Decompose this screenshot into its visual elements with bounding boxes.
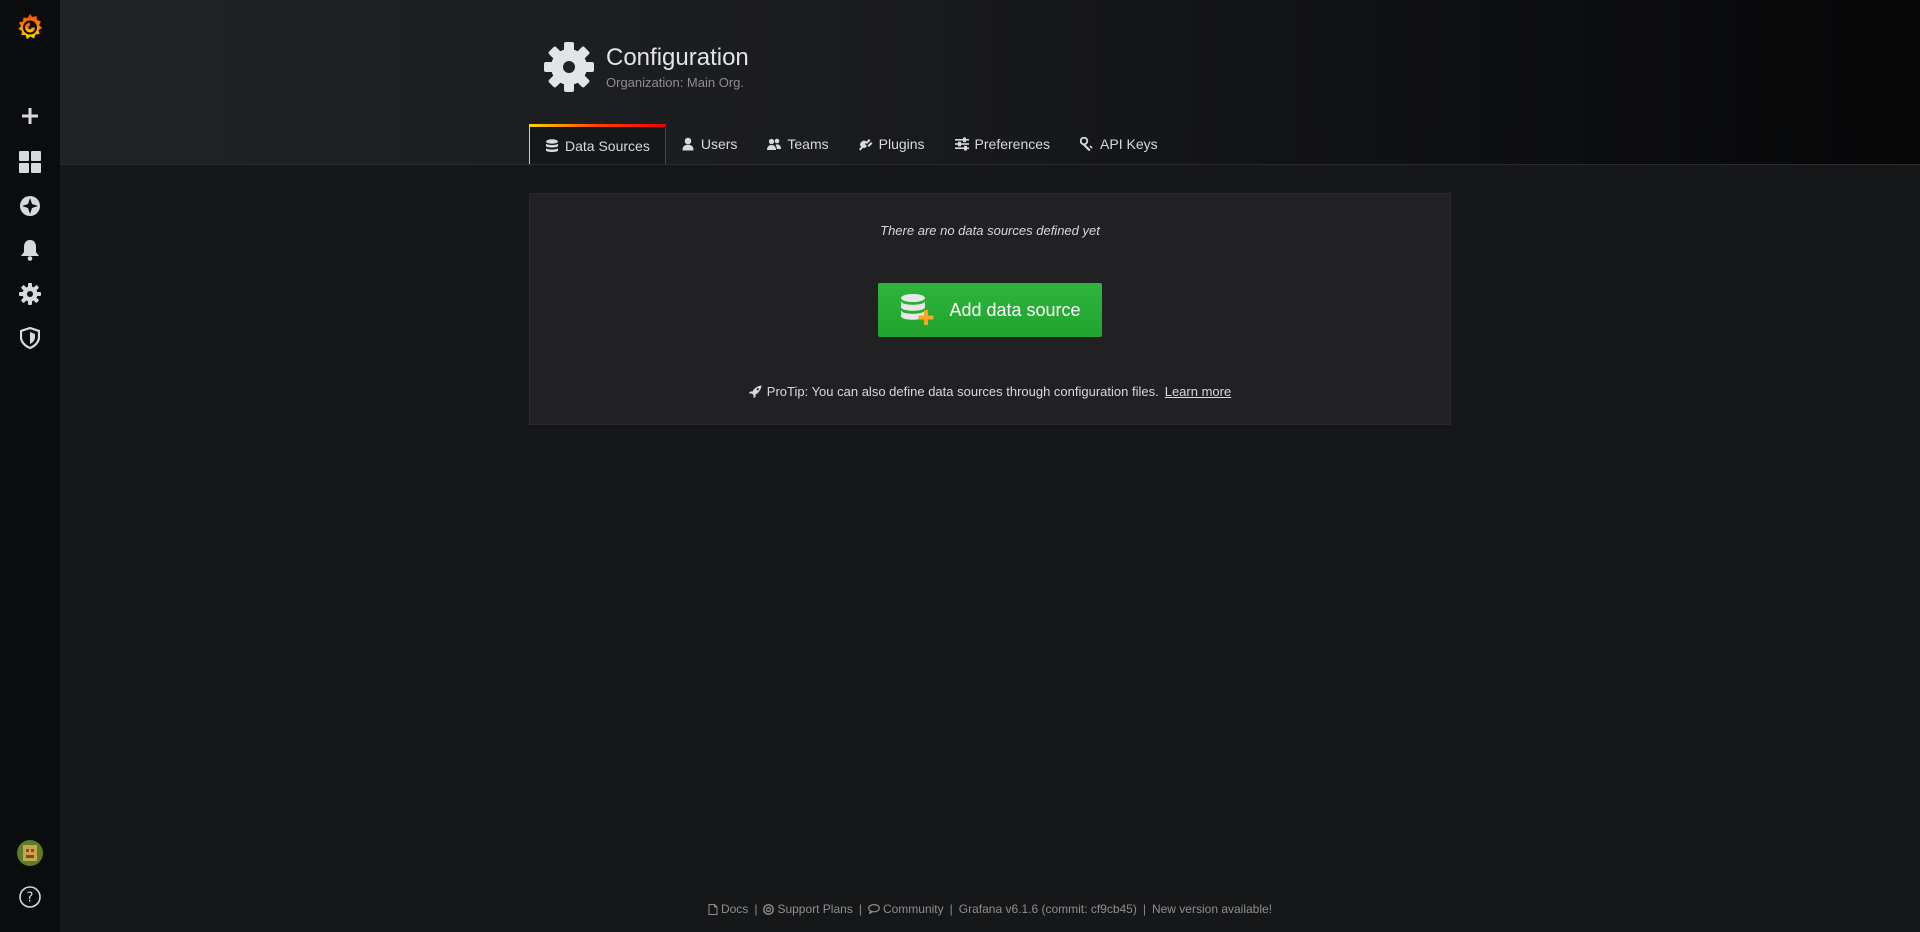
tab-label: API Keys <box>1100 136 1158 152</box>
tab-data-sources[interactable]: Data Sources <box>529 124 666 164</box>
footer-support-label: Support Plans <box>777 902 853 916</box>
rocket-icon <box>748 385 762 398</box>
comments-icon <box>868 904 880 914</box>
database-add-icon <box>901 294 934 325</box>
tab-teams[interactable]: Teams <box>752 124 843 164</box>
configuration-icon[interactable] <box>0 274 60 314</box>
tab-preferences[interactable]: Preferences <box>940 124 1065 164</box>
side-menu: ? <box>0 0 60 932</box>
tab-api-keys[interactable]: API Keys <box>1065 124 1173 164</box>
server-admin-icon[interactable] <box>0 318 60 358</box>
alerting-icon[interactable] <box>0 230 60 270</box>
user-avatar[interactable] <box>0 833 60 873</box>
learn-more-link[interactable]: Learn more <box>1165 384 1231 399</box>
users-icon <box>767 138 782 150</box>
footer-separator: | <box>949 902 953 916</box>
tab-label: Plugins <box>878 136 925 152</box>
database-icon <box>546 138 558 152</box>
tab-users[interactable]: Users <box>666 124 753 164</box>
empty-list-message: There are no data sources defined yet <box>880 223 1100 238</box>
footer-community-link[interactable]: Community <box>868 902 944 916</box>
footer-community-label: Community <box>882 902 944 916</box>
protip-text: ProTip: You can also define data sources… <box>766 384 1159 399</box>
dashboards-icon[interactable] <box>0 142 60 182</box>
support-icon <box>763 903 775 915</box>
tab-label: Preferences <box>974 136 1051 152</box>
footer-separator: | <box>754 902 758 916</box>
footer-docs-label: Docs <box>720 902 749 916</box>
page-title: Configuration <box>606 44 749 71</box>
add-data-source-button[interactable]: Add data source <box>878 283 1102 337</box>
sliders-icon <box>954 137 969 151</box>
footer-separator: | <box>1142 902 1146 916</box>
empty-list-panel: There are no data sources defined yet Ad… <box>529 193 1451 425</box>
footer-version: Grafana v6.1.6 (commit: cf9cb45) <box>958 902 1137 916</box>
key-icon <box>1080 137 1093 151</box>
tab-label: Users <box>700 136 738 152</box>
grafana-logo-icon[interactable] <box>0 7 60 47</box>
footer-separator: | <box>858 902 862 916</box>
plug-icon <box>858 139 873 151</box>
create-icon[interactable] <box>0 96 60 136</box>
page-subtitle: Organization: Main Org. <box>606 75 745 90</box>
user-icon <box>682 137 694 151</box>
protip: ProTip: You can also define data sources… <box>530 384 1450 399</box>
tab-label: Data Sources <box>565 137 650 154</box>
config-tabs: Data Sources Users Teams Plugins Prefere… <box>529 124 1173 164</box>
gear-icon <box>542 40 596 94</box>
help-icon[interactable]: ? <box>0 877 60 917</box>
footer: Docs | Support Plans | Community | Grafa… <box>60 902 1920 916</box>
footer-docs-link[interactable]: Docs <box>708 902 748 916</box>
add-data-source-label: Add data source <box>949 299 1081 320</box>
file-icon <box>708 903 718 915</box>
explore-icon[interactable] <box>0 186 60 226</box>
footer-support-link[interactable]: Support Plans <box>763 902 853 916</box>
tab-label: Teams <box>787 136 829 152</box>
svg-text:?: ? <box>27 891 34 906</box>
footer-new-version-link[interactable]: New version available! <box>1152 902 1272 916</box>
tab-plugins[interactable]: Plugins <box>844 124 940 164</box>
page-header: Configuration Organization: Main Org. Da… <box>60 0 1920 165</box>
